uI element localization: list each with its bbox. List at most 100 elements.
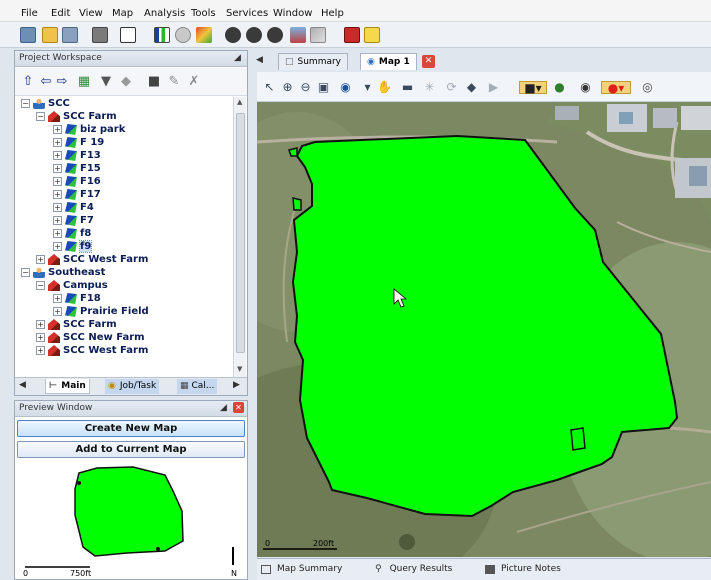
tree-node-field[interactable]: + F16: [53, 175, 101, 188]
tree-node-field[interactable]: + biz park: [53, 123, 125, 136]
expand-toggle[interactable]: +: [53, 229, 62, 238]
scrollbar-thumb[interactable]: [236, 113, 245, 353]
create-new-map-button[interactable]: Create New Map: [17, 420, 245, 437]
menu-view[interactable]: View: [79, 8, 103, 19]
tree-node-farm[interactable]: + SCC West Farm: [36, 344, 148, 357]
collapse-toggle[interactable]: −: [21, 268, 30, 277]
tree-node-field[interactable]: + F18: [53, 292, 101, 305]
globe-icon[interactable]: [225, 27, 241, 43]
globe-dropdown-icon[interactable]: ◉: [339, 81, 352, 94]
expand-toggle[interactable]: +: [53, 307, 62, 316]
measure-line-icon[interactable]: ▬: [401, 81, 414, 94]
pin-icon[interactable]: ◢: [220, 403, 227, 413]
tree-node-farm[interactable]: + SCC New Farm: [36, 331, 145, 344]
expand-toggle[interactable]: +: [53, 125, 62, 134]
tree-node-field[interactable]: + Prairie Field: [53, 305, 149, 318]
tree-node-farm[interactable]: − SCC Farm: [36, 110, 117, 123]
tools-icon[interactable]: [310, 27, 326, 43]
properties-icon[interactable]: [20, 27, 36, 43]
globe-search-icon[interactable]: [267, 27, 283, 43]
play-icon[interactable]: ▶: [487, 81, 500, 94]
forward-arrow-icon[interactable]: ⇨: [55, 75, 69, 89]
tab-job-task[interactable]: ◉ Job/Task: [105, 379, 160, 394]
tab-summary[interactable]: □ Summary: [278, 53, 349, 70]
report-icon[interactable]: [344, 27, 360, 43]
collapse-toggle[interactable]: −: [21, 99, 30, 108]
pan-hand-icon[interactable]: ✋: [377, 81, 392, 94]
expand-toggle[interactable]: +: [53, 164, 62, 173]
clock-icon[interactable]: [175, 27, 191, 43]
scroll-up-icon[interactable]: ▲: [237, 98, 242, 106]
tab-main[interactable]: ⊢ Main: [45, 379, 90, 394]
layer-icon[interactable]: ◆: [465, 81, 478, 94]
tree-node-field[interactable]: + F13: [53, 149, 101, 162]
tree-node-grower[interactable]: − Southeast: [21, 266, 105, 279]
menu-help[interactable]: Help: [321, 8, 344, 19]
expand-toggle[interactable]: +: [53, 177, 62, 186]
scroll-down-icon[interactable]: ▼: [237, 365, 242, 373]
tree-node-field[interactable]: + F4: [53, 201, 94, 214]
collapse-toggle[interactable]: −: [36, 281, 45, 290]
menu-services[interactable]: Services: [226, 8, 268, 19]
magic-wand-icon[interactable]: [196, 27, 212, 43]
globe-tool-icon[interactable]: ◉: [579, 81, 592, 94]
menu-window[interactable]: Window: [273, 8, 312, 19]
map-view[interactable]: 0 200ft: [257, 102, 711, 557]
chevron-down-icon[interactable]: ▾: [361, 81, 374, 94]
tree-node-farm[interactable]: + SCC Farm: [36, 318, 117, 331]
panel-icon[interactable]: [62, 27, 78, 43]
tab-scroll-left-icon[interactable]: ◀: [256, 55, 263, 65]
up-arrow-icon[interactable]: ⇧: [21, 75, 35, 89]
tree-node-field[interactable]: + F17: [53, 188, 101, 201]
menu-edit[interactable]: Edit: [51, 8, 70, 19]
tree-node-field-selected[interactable]: + f9: [53, 240, 93, 253]
expand-toggle[interactable]: +: [53, 138, 62, 147]
paint-icon[interactable]: ●: [553, 81, 566, 94]
close-icon[interactable]: ✕: [233, 402, 244, 413]
menu-tools[interactable]: Tools: [191, 8, 216, 19]
tree-node-farm[interactable]: − Campus: [36, 279, 108, 292]
zoom-out-icon[interactable]: ⊖: [299, 81, 312, 94]
edit-tool-icon[interactable]: ✎: [167, 75, 181, 89]
select-pointer-icon[interactable]: ↖: [263, 81, 276, 94]
menu-file[interactable]: File: [21, 8, 38, 19]
menu-map[interactable]: Map: [112, 8, 133, 19]
workspace-scrollbar[interactable]: ▲ ▼: [233, 97, 246, 377]
pin-icon[interactable]: ◢: [234, 53, 241, 63]
print-icon[interactable]: [92, 27, 108, 43]
tab-map-summary[interactable]: Map Summary: [261, 564, 342, 574]
open-folder-icon[interactable]: [42, 27, 58, 43]
help-icon[interactable]: [364, 27, 380, 43]
expand-toggle[interactable]: +: [53, 216, 62, 225]
collapse-toggle[interactable]: −: [36, 112, 45, 121]
expand-toggle[interactable]: +: [36, 255, 45, 264]
tab-query-results[interactable]: ⚲ Query Results: [375, 564, 452, 574]
tree-node-field[interactable]: + F 19: [53, 136, 104, 149]
delete-tool-icon[interactable]: ✗: [187, 75, 201, 89]
rotate-icon[interactable]: ⟳: [445, 81, 458, 94]
pin-tool-icon[interactable]: ◆: [119, 75, 133, 89]
globe-add-icon[interactable]: [246, 27, 262, 43]
edit-boundary-icon[interactable]: ■▾: [519, 81, 547, 95]
tab-scroll-right-icon[interactable]: ▶: [233, 380, 240, 390]
zoom-in-icon[interactable]: ⊕: [281, 81, 294, 94]
tree-node-field[interactable]: + f8: [53, 227, 91, 240]
expand-toggle[interactable]: +: [53, 242, 62, 251]
close-tab-icon[interactable]: ✕: [422, 55, 435, 68]
tab-calendar[interactable]: ▦ Cal...: [177, 379, 218, 394]
trim-icon[interactable]: ✳: [423, 81, 436, 94]
tree-node-field[interactable]: + F7: [53, 214, 94, 227]
new-window-icon[interactable]: [120, 27, 136, 43]
expand-toggle[interactable]: +: [53, 203, 62, 212]
table-icon[interactable]: ▦: [77, 75, 91, 89]
tree-node-farm[interactable]: + SCC West Farm: [36, 253, 148, 266]
map-tool-icon[interactable]: ■: [147, 75, 161, 89]
expand-toggle[interactable]: +: [36, 320, 45, 329]
zoom-extent-icon[interactable]: ▣: [317, 81, 330, 94]
vehicle-icon[interactable]: [290, 27, 306, 43]
back-arrow-icon[interactable]: ⇦: [39, 75, 53, 89]
filter-icon[interactable]: ▼: [99, 75, 113, 89]
expand-toggle[interactable]: +: [53, 190, 62, 199]
tab-scroll-left-icon[interactable]: ◀: [19, 380, 26, 390]
expand-toggle[interactable]: +: [53, 294, 62, 303]
